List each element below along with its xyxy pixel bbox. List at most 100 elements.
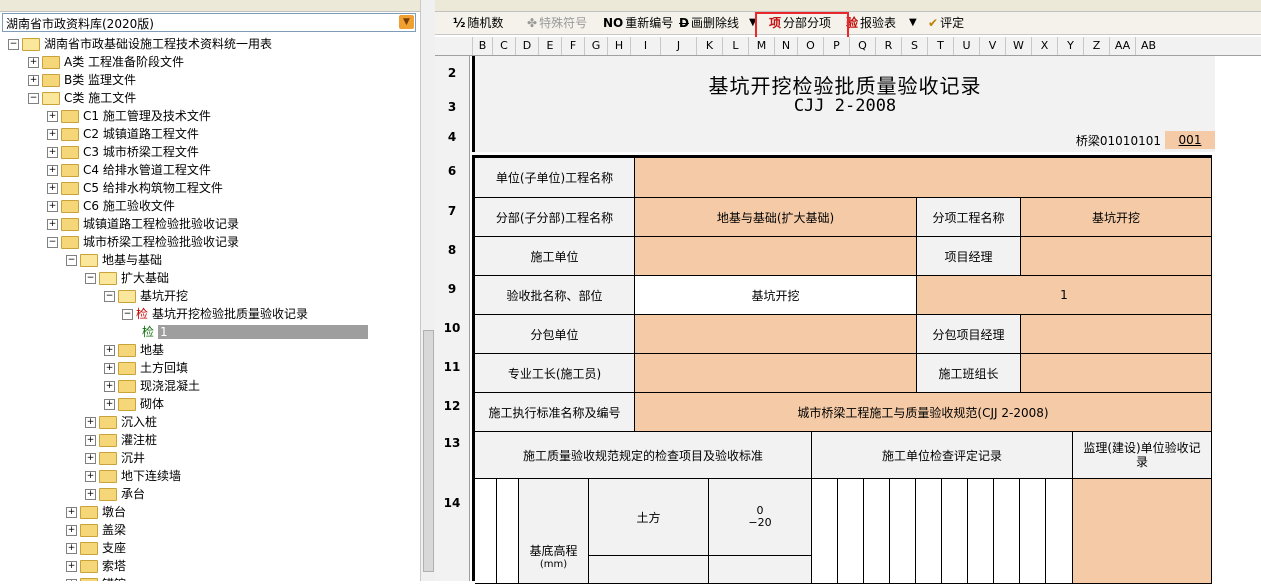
tree-node[interactable]: + 墩台 xyxy=(66,503,126,521)
project-manager-field[interactable] xyxy=(1021,237,1212,276)
batch-name-field[interactable]: 基坑开挖 xyxy=(635,276,917,315)
column-header-cell[interactable]: AA xyxy=(1109,37,1135,55)
tree-node[interactable]: + C5 给排水构筑物工程文件 xyxy=(47,179,223,197)
row-header-cell[interactable]: 10 xyxy=(435,321,469,335)
expand-icon[interactable]: + xyxy=(85,435,96,446)
check-item-index-cell[interactable] xyxy=(475,479,497,584)
tree-node[interactable]: − C类 施工文件 xyxy=(28,89,136,107)
expand-icon[interactable]: + xyxy=(104,345,115,356)
tree-node[interactable]: + 土方回填 xyxy=(104,359,188,377)
column-header-cell[interactable]: R xyxy=(875,37,901,55)
column-header-cell[interactable]: AB xyxy=(1135,37,1161,55)
tree-node[interactable]: + C1 施工管理及技术文件 xyxy=(47,107,211,125)
measurement-cell[interactable] xyxy=(838,479,864,584)
tree-node[interactable]: + 灌注桩 xyxy=(85,431,157,449)
tree-node[interactable]: + 索塔 xyxy=(66,557,126,575)
expand-icon[interactable]: + xyxy=(104,399,115,410)
tree-node[interactable]: +锚锭 xyxy=(66,575,126,581)
tree-node[interactable]: + 沉入桩 xyxy=(85,413,157,431)
check-item-subindex-cell[interactable] xyxy=(497,479,519,584)
tree-node[interactable]: + C6 施工验收文件 xyxy=(47,197,175,215)
column-header-cell[interactable]: C xyxy=(492,37,515,55)
tree-node[interactable]: + C2 城镇道路工程文件 xyxy=(47,125,199,143)
row-header-cell[interactable]: 14 xyxy=(435,496,469,510)
measurement-cell[interactable] xyxy=(1046,479,1073,584)
library-select[interactable]: 湖南省市政资料库(2020版) ▼ xyxy=(2,13,416,32)
expand-icon[interactable]: + xyxy=(85,489,96,500)
expand-icon[interactable]: + xyxy=(66,561,77,572)
row-header-cell[interactable]: 4 xyxy=(435,130,469,144)
expand-icon[interactable]: + xyxy=(47,147,58,158)
report-button[interactable]: 验报验表 xyxy=(846,15,896,31)
strikethrough-button[interactable]: D 画删除线 xyxy=(679,15,739,31)
expand-icon[interactable]: + xyxy=(47,183,58,194)
column-header-cell[interactable]: Y xyxy=(1057,37,1083,55)
column-header-cell[interactable]: V xyxy=(979,37,1005,55)
tree-node[interactable]: + 盖梁 xyxy=(66,521,126,539)
column-header-cell[interactable]: W xyxy=(1005,37,1031,55)
tree-node[interactable]: + 承台 xyxy=(85,485,145,503)
row-header-cell[interactable]: 3 xyxy=(435,100,469,114)
column-header-cell[interactable]: B xyxy=(472,37,492,55)
row-header-cell[interactable]: 11 xyxy=(435,360,469,374)
expand-icon[interactable]: + xyxy=(104,363,115,374)
expand-icon[interactable]: + xyxy=(104,381,115,392)
tree-node[interactable]: + C4 给排水管道工程文件 xyxy=(47,161,211,179)
column-header-cell[interactable]: N xyxy=(774,37,797,55)
special-symbol-button[interactable]: ✤ 特殊符号 xyxy=(527,15,587,31)
expand-icon[interactable]: + xyxy=(28,57,39,68)
evaluate-button[interactable]: ✔ 评定 xyxy=(928,15,964,31)
column-header-cell[interactable]: S xyxy=(901,37,927,55)
row-header-cell[interactable]: 13 xyxy=(435,436,469,450)
expand-icon[interactable]: + xyxy=(85,471,96,482)
column-header-cell[interactable]: X xyxy=(1031,37,1057,55)
tree-node[interactable]: + 砌体 xyxy=(104,395,164,413)
measurement-cell[interactable] xyxy=(890,479,916,584)
expand-icon[interactable]: + xyxy=(85,453,96,464)
expand-icon[interactable]: + xyxy=(66,525,77,536)
collapse-icon[interactable]: − xyxy=(122,309,133,320)
tree-scrollbar[interactable] xyxy=(420,0,435,581)
column-header-cell[interactable]: O xyxy=(797,37,823,55)
measurement-cell[interactable] xyxy=(916,479,942,584)
collapse-icon[interactable]: − xyxy=(104,291,115,302)
column-header-cell[interactable]: P xyxy=(823,37,849,55)
expand-icon[interactable]: + xyxy=(28,75,39,86)
tree-node[interactable]: + C3 城市桥梁工程文件 xyxy=(47,143,199,161)
tree-node[interactable]: 检1 xyxy=(142,323,368,341)
unit-project-name-field[interactable] xyxy=(635,158,1212,198)
tree-node[interactable]: − 检基坑开挖检验批质量验收记录 xyxy=(122,305,308,323)
collapse-icon[interactable]: − xyxy=(85,273,96,284)
column-header-cell[interactable]: G xyxy=(584,37,607,55)
expand-icon[interactable]: + xyxy=(47,129,58,140)
collapse-icon[interactable]: − xyxy=(28,93,39,104)
subcontractor-field[interactable] xyxy=(635,315,917,354)
random-number-button[interactable]: ½ 随机数 xyxy=(453,15,503,31)
expand-icon[interactable]: + xyxy=(47,165,58,176)
measurement-cell[interactable] xyxy=(1020,479,1046,584)
column-header-cell[interactable]: L xyxy=(722,37,748,55)
item-project-name-field[interactable]: 基坑开挖 xyxy=(1021,198,1212,237)
collapse-icon[interactable]: − xyxy=(8,39,19,50)
foreman-field[interactable] xyxy=(635,354,917,393)
column-header-cell[interactable]: Q xyxy=(849,37,875,55)
column-header-cell[interactable]: E xyxy=(538,37,561,55)
column-header-cell[interactable]: H xyxy=(607,37,630,55)
tree-node[interactable]: + A类 工程准备阶段文件 xyxy=(28,53,184,71)
subcontract-manager-field[interactable] xyxy=(1021,315,1212,354)
measurement-cell[interactable] xyxy=(812,479,838,584)
chevron-down-icon[interactable]: ▼ xyxy=(399,15,414,29)
measurement-cell[interactable] xyxy=(994,479,1020,584)
row-header-cell[interactable]: 8 xyxy=(435,243,469,257)
row-header-cell[interactable]: 2 xyxy=(435,66,469,80)
form-code-value[interactable]: 001 xyxy=(1165,131,1215,149)
division-project-name-field[interactable]: 地基与基础(扩大基础) xyxy=(635,198,917,237)
scrollbar-thumb[interactable] xyxy=(423,330,434,572)
tree-node[interactable]: + 地下连续墙 xyxy=(85,467,181,485)
collapse-icon[interactable]: − xyxy=(47,237,58,248)
construction-unit-field[interactable] xyxy=(635,237,917,276)
expand-icon[interactable]: + xyxy=(66,507,77,518)
tree-node[interactable]: + 现浇混凝土 xyxy=(104,377,200,395)
tree-node[interactable]: − 地基与基础 xyxy=(66,251,162,269)
tree-node[interactable]: + 支座 xyxy=(66,539,126,557)
